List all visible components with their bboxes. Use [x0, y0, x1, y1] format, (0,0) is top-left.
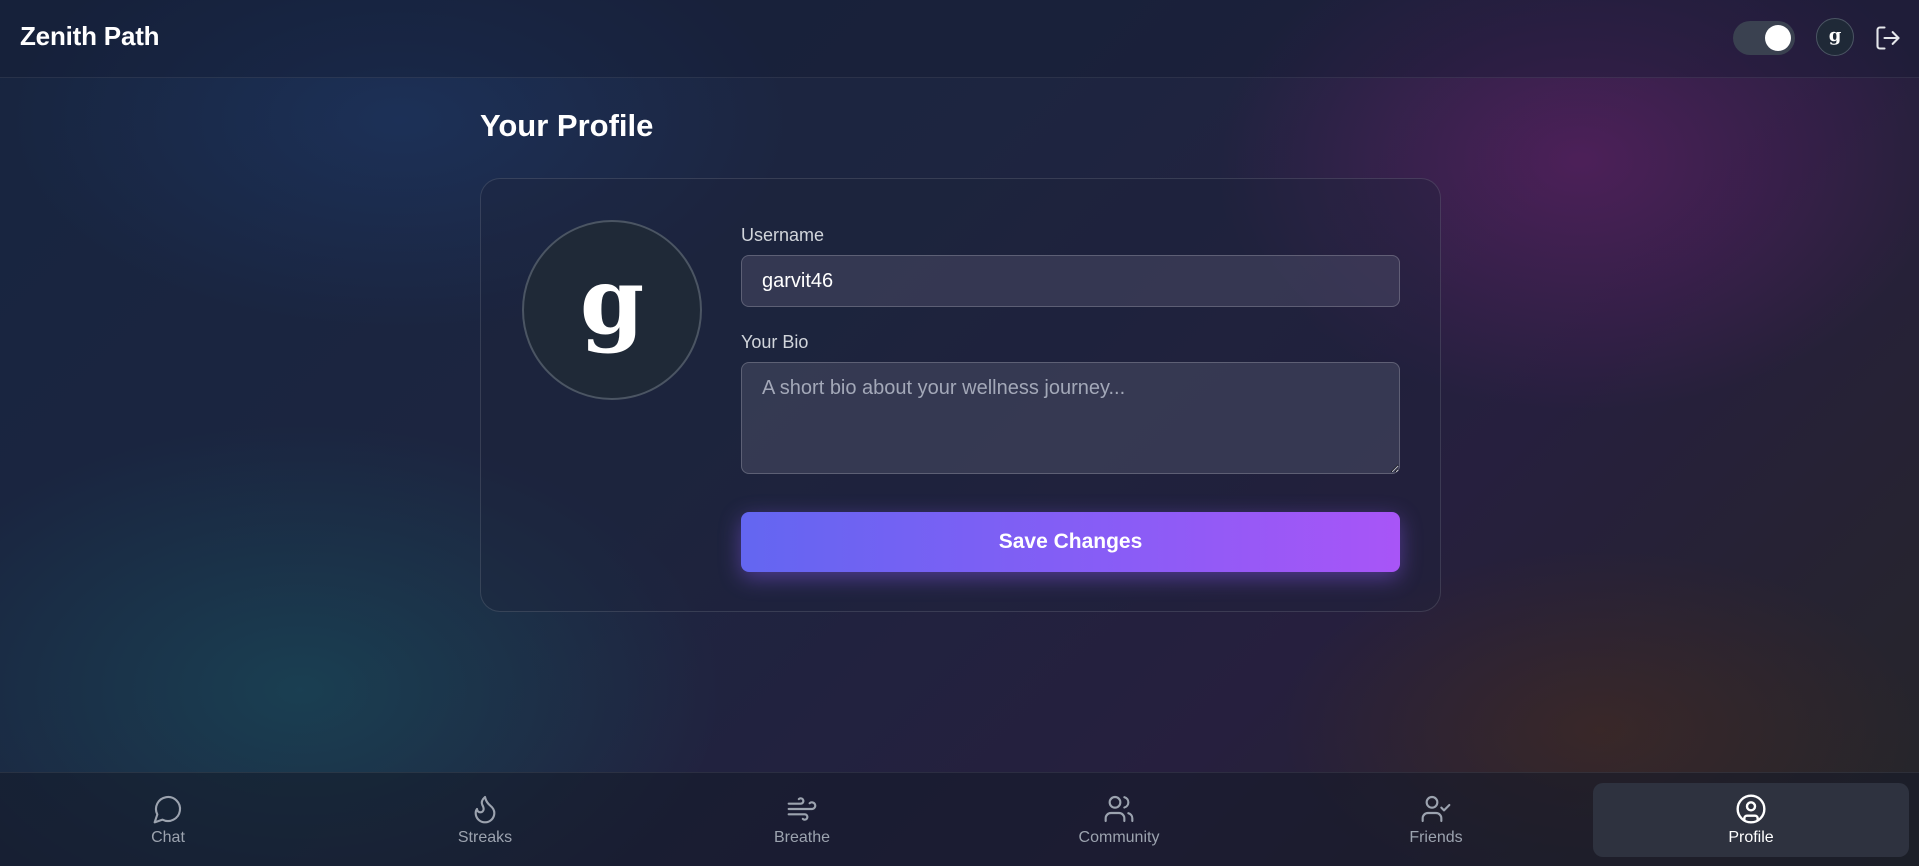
flame-icon — [474, 795, 496, 824]
nav-label-community: Community — [1078, 829, 1160, 846]
nav-label-breathe: Breathe — [773, 829, 831, 846]
profile-avatar: g — [522, 220, 702, 400]
nav-item-profile[interactable]: Profile — [1593, 783, 1909, 857]
nav-item-streaks[interactable]: Streaks — [327, 783, 643, 857]
toggle-knob — [1765, 25, 1791, 51]
wind-icon — [787, 797, 817, 821]
save-changes-button[interactable]: Save Changes — [741, 512, 1400, 572]
bio-label: Your Bio — [741, 332, 809, 352]
nav-item-community[interactable]: Community — [961, 783, 1277, 857]
bio-textarea[interactable] — [741, 362, 1400, 474]
nav-item-chat[interactable]: Chat — [10, 783, 326, 857]
app-title: Zenith Path — [20, 21, 160, 51]
nav-item-friends[interactable]: Friends — [1278, 783, 1594, 857]
username-input[interactable] — [741, 255, 1400, 307]
logout-icon[interactable] — [1874, 24, 1902, 52]
user-check-icon — [1421, 795, 1451, 823]
theme-toggle[interactable] — [1733, 21, 1795, 55]
user-avatar[interactable]: g — [1816, 18, 1854, 56]
nav-label-friends: Friends — [1409, 829, 1463, 846]
nav-label-chat: Chat — [151, 829, 185, 846]
user-circle-icon — [1736, 794, 1766, 824]
chat-icon — [153, 795, 182, 824]
top-bar: Zenith Path g — [0, 0, 1919, 78]
username-label: Username — [741, 225, 825, 245]
profile-card: g Username Your Bio Save Changes — [480, 178, 1441, 612]
nav-label-profile: Profile — [1728, 829, 1774, 846]
users-icon — [1104, 795, 1134, 823]
page-title: Your Profile — [480, 108, 654, 143]
nav-label-streaks: Streaks — [457, 829, 513, 846]
bottom-nav: Chat Streaks Breathe Community Friends P… — [0, 772, 1919, 866]
nav-item-breathe[interactable]: Breathe — [644, 783, 960, 857]
